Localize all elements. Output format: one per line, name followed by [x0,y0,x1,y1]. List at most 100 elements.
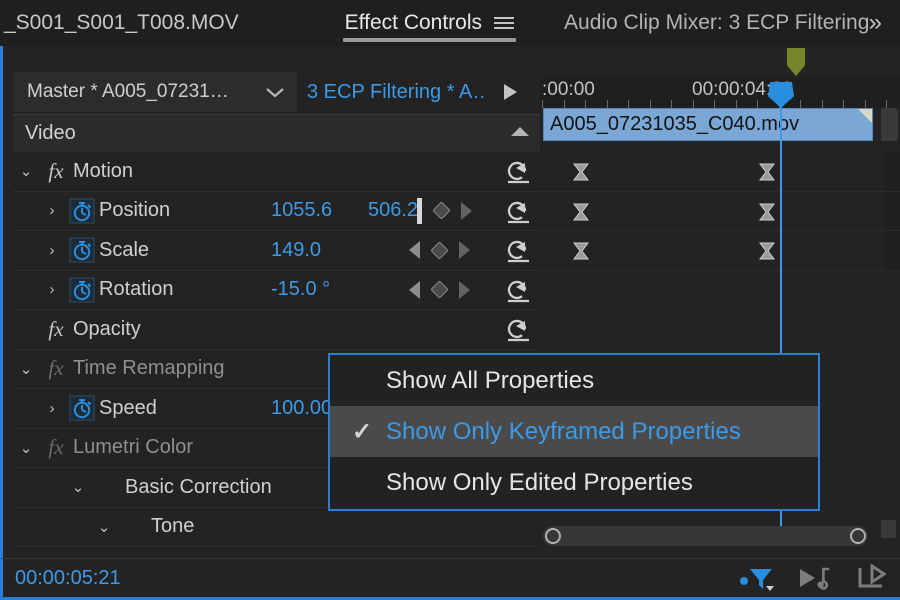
row-rotation[interactable]: ›Rotation-15.0 ° [13,271,543,311]
chevron-right-icon[interactable]: › [39,242,65,259]
property-value[interactable]: 100.00 [271,397,332,420]
menu-item-label: Show Only Edited Properties [386,469,693,497]
timeline-clip-label: A005_07231035_C040.mov [550,113,799,136]
current-timecode[interactable]: 00:00:05:21 [3,567,121,590]
export-frame-icon[interactable] [856,564,886,597]
add-keyframe-icon[interactable] [430,281,448,299]
tab-effect-controls[interactable]: Effect Controls [331,0,528,46]
tab-audio-clip-mixer[interactable]: Audio Clip Mixer: 3 ECP Filtering [550,0,883,46]
sequence-marker-icon[interactable] [787,48,805,76]
chevron-right-icon[interactable]: › [39,202,65,219]
property-label: Position [99,199,170,222]
row-scale[interactable]: › Scale 149.0 [13,231,543,271]
timeline-zoom-scrollbar[interactable] [543,526,868,546]
property-label: Time Remapping [73,357,225,380]
video-section-label: Video [25,122,509,145]
reset-parameter-icon[interactable] [503,199,533,230]
property-value[interactable]: 1055.6 [271,199,332,222]
stopwatch-toggle-icon[interactable] [65,198,99,224]
clip-corner-handle-icon[interactable] [858,109,872,123]
tab-overflow-chevrons-icon[interactable]: » [861,0,890,46]
ease-keyframe-icon[interactable] [758,163,776,181]
ease-keyframe-icon[interactable] [572,242,590,260]
menu-show-only-keyframed-properties[interactable]: ✓ Show Only Keyframed Properties [330,406,818,457]
chevron-down-icon[interactable]: ⌄ [13,360,39,378]
video-section-header[interactable]: Video [13,114,543,152]
chevron-down-icon[interactable]: ⌄ [13,439,39,457]
keyframe-track[interactable] [540,192,900,232]
reset-parameter-icon[interactable] [503,317,533,348]
property-value-secondary[interactable]: 506.2 [368,199,418,222]
reset-parameter-icon[interactable] [503,159,533,190]
previous-keyframe-icon[interactable] [409,281,420,299]
status-bar-icons [740,559,886,600]
timeline-clip-bar[interactable]: A005_07231035_C040.mov [543,108,873,141]
chevron-down-icon[interactable]: ⌄ [13,162,39,180]
master-clip-dropdown[interactable]: Master * A005_07231… [13,72,253,112]
chevron-down-icon[interactable]: ⌄ [91,518,117,536]
property-label: Scale [99,239,149,262]
fx-icon: fx [39,435,73,460]
fx-icon: fx [39,159,73,184]
reset-parameter-icon[interactable] [503,238,533,269]
collapse-up-icon[interactable] [509,125,531,143]
property-label: Lumetri Color [73,436,193,459]
timeline-scroll-block[interactable] [881,520,896,538]
row-motion[interactable]: ⌄fxMotion [13,152,543,192]
track-right-margin [885,152,900,191]
timeline-ruler[interactable]: :00:00 00:00:04:23 [540,78,900,108]
tab-audio-clip-mixer-label: Audio Clip Mixer: 3 ECP Filtering [564,11,869,35]
reset-parameter-icon[interactable] [503,278,533,309]
zoom-handle-left[interactable] [545,528,561,544]
property-label: Basic Correction [125,476,272,499]
chevron-down-icon[interactable] [253,72,297,112]
property-value[interactable]: 149.0 [271,239,321,262]
ease-keyframe-icon[interactable] [758,203,776,221]
next-keyframe-icon[interactable] [459,281,470,299]
keyframe-track[interactable] [540,231,900,271]
panel-status-bar: 00:00:05:21 [0,558,900,600]
row-opacity[interactable]: fxOpacity [13,310,543,350]
chevron-down-icon[interactable]: ⌄ [65,478,91,496]
zoom-handle-right[interactable] [850,528,866,544]
row-tone[interactable]: ⌄ Tone [13,508,543,548]
ruler-ticks [540,99,900,108]
stopwatch-toggle-icon[interactable] [65,395,99,421]
property-label: Opacity [73,318,141,341]
clip-tail-block [881,108,898,141]
tab-effect-controls-label: Effect Controls [345,11,482,35]
checkmark-icon: ✓ [352,417,372,446]
chevron-right-icon[interactable]: › [39,281,65,298]
add-keyframe-icon[interactable] [432,202,450,220]
filter-icon[interactable] [740,565,774,596]
property-label: Tone [151,515,194,538]
play-audio-icon[interactable] [798,565,832,596]
next-keyframe-icon[interactable] [459,241,470,259]
properties-display-context-menu: Show All Properties ✓ Show Only Keyframed … [328,353,820,511]
sequence-clip-dropdown[interactable]: 3 ECP Filtering * A… [297,72,487,112]
previous-keyframe-icon[interactable] [409,241,420,259]
add-keyframe-icon[interactable] [430,241,448,259]
ease-keyframe-icon[interactable] [572,163,590,181]
property-value[interactable]: -15.0 ° [271,278,330,301]
keyframe-track[interactable] [540,152,900,192]
menu-item-label: Show Only Keyframed Properties [386,418,741,446]
next-keyframe-icon[interactable] [461,202,472,220]
stopwatch-toggle-icon[interactable] [65,277,99,303]
hamburger-menu-icon[interactable] [494,17,514,29]
menu-show-all-properties[interactable]: Show All Properties [330,355,818,406]
ease-keyframe-icon[interactable] [758,242,776,260]
row-position[interactable]: › Position 1055.6 506.2 [13,192,543,232]
fx-icon: fx [39,317,73,342]
stopwatch-toggle-icon[interactable] [65,237,99,263]
chevron-right-icon[interactable]: › [39,400,65,417]
text-cursor [417,198,422,224]
ruler-time-label-1: :00:00 [542,79,595,101]
tab-source-clip[interactable]: _S001_S001_T008.MOV [0,0,253,46]
master-clip-label: Master * A005_07231… [27,81,229,103]
clip-gap [873,108,881,141]
tab-active-underline [343,38,516,42]
ease-keyframe-icon[interactable] [572,203,590,221]
menu-show-only-edited-properties[interactable]: Show Only Edited Properties [330,457,818,508]
play-triangle-icon[interactable] [487,72,533,112]
